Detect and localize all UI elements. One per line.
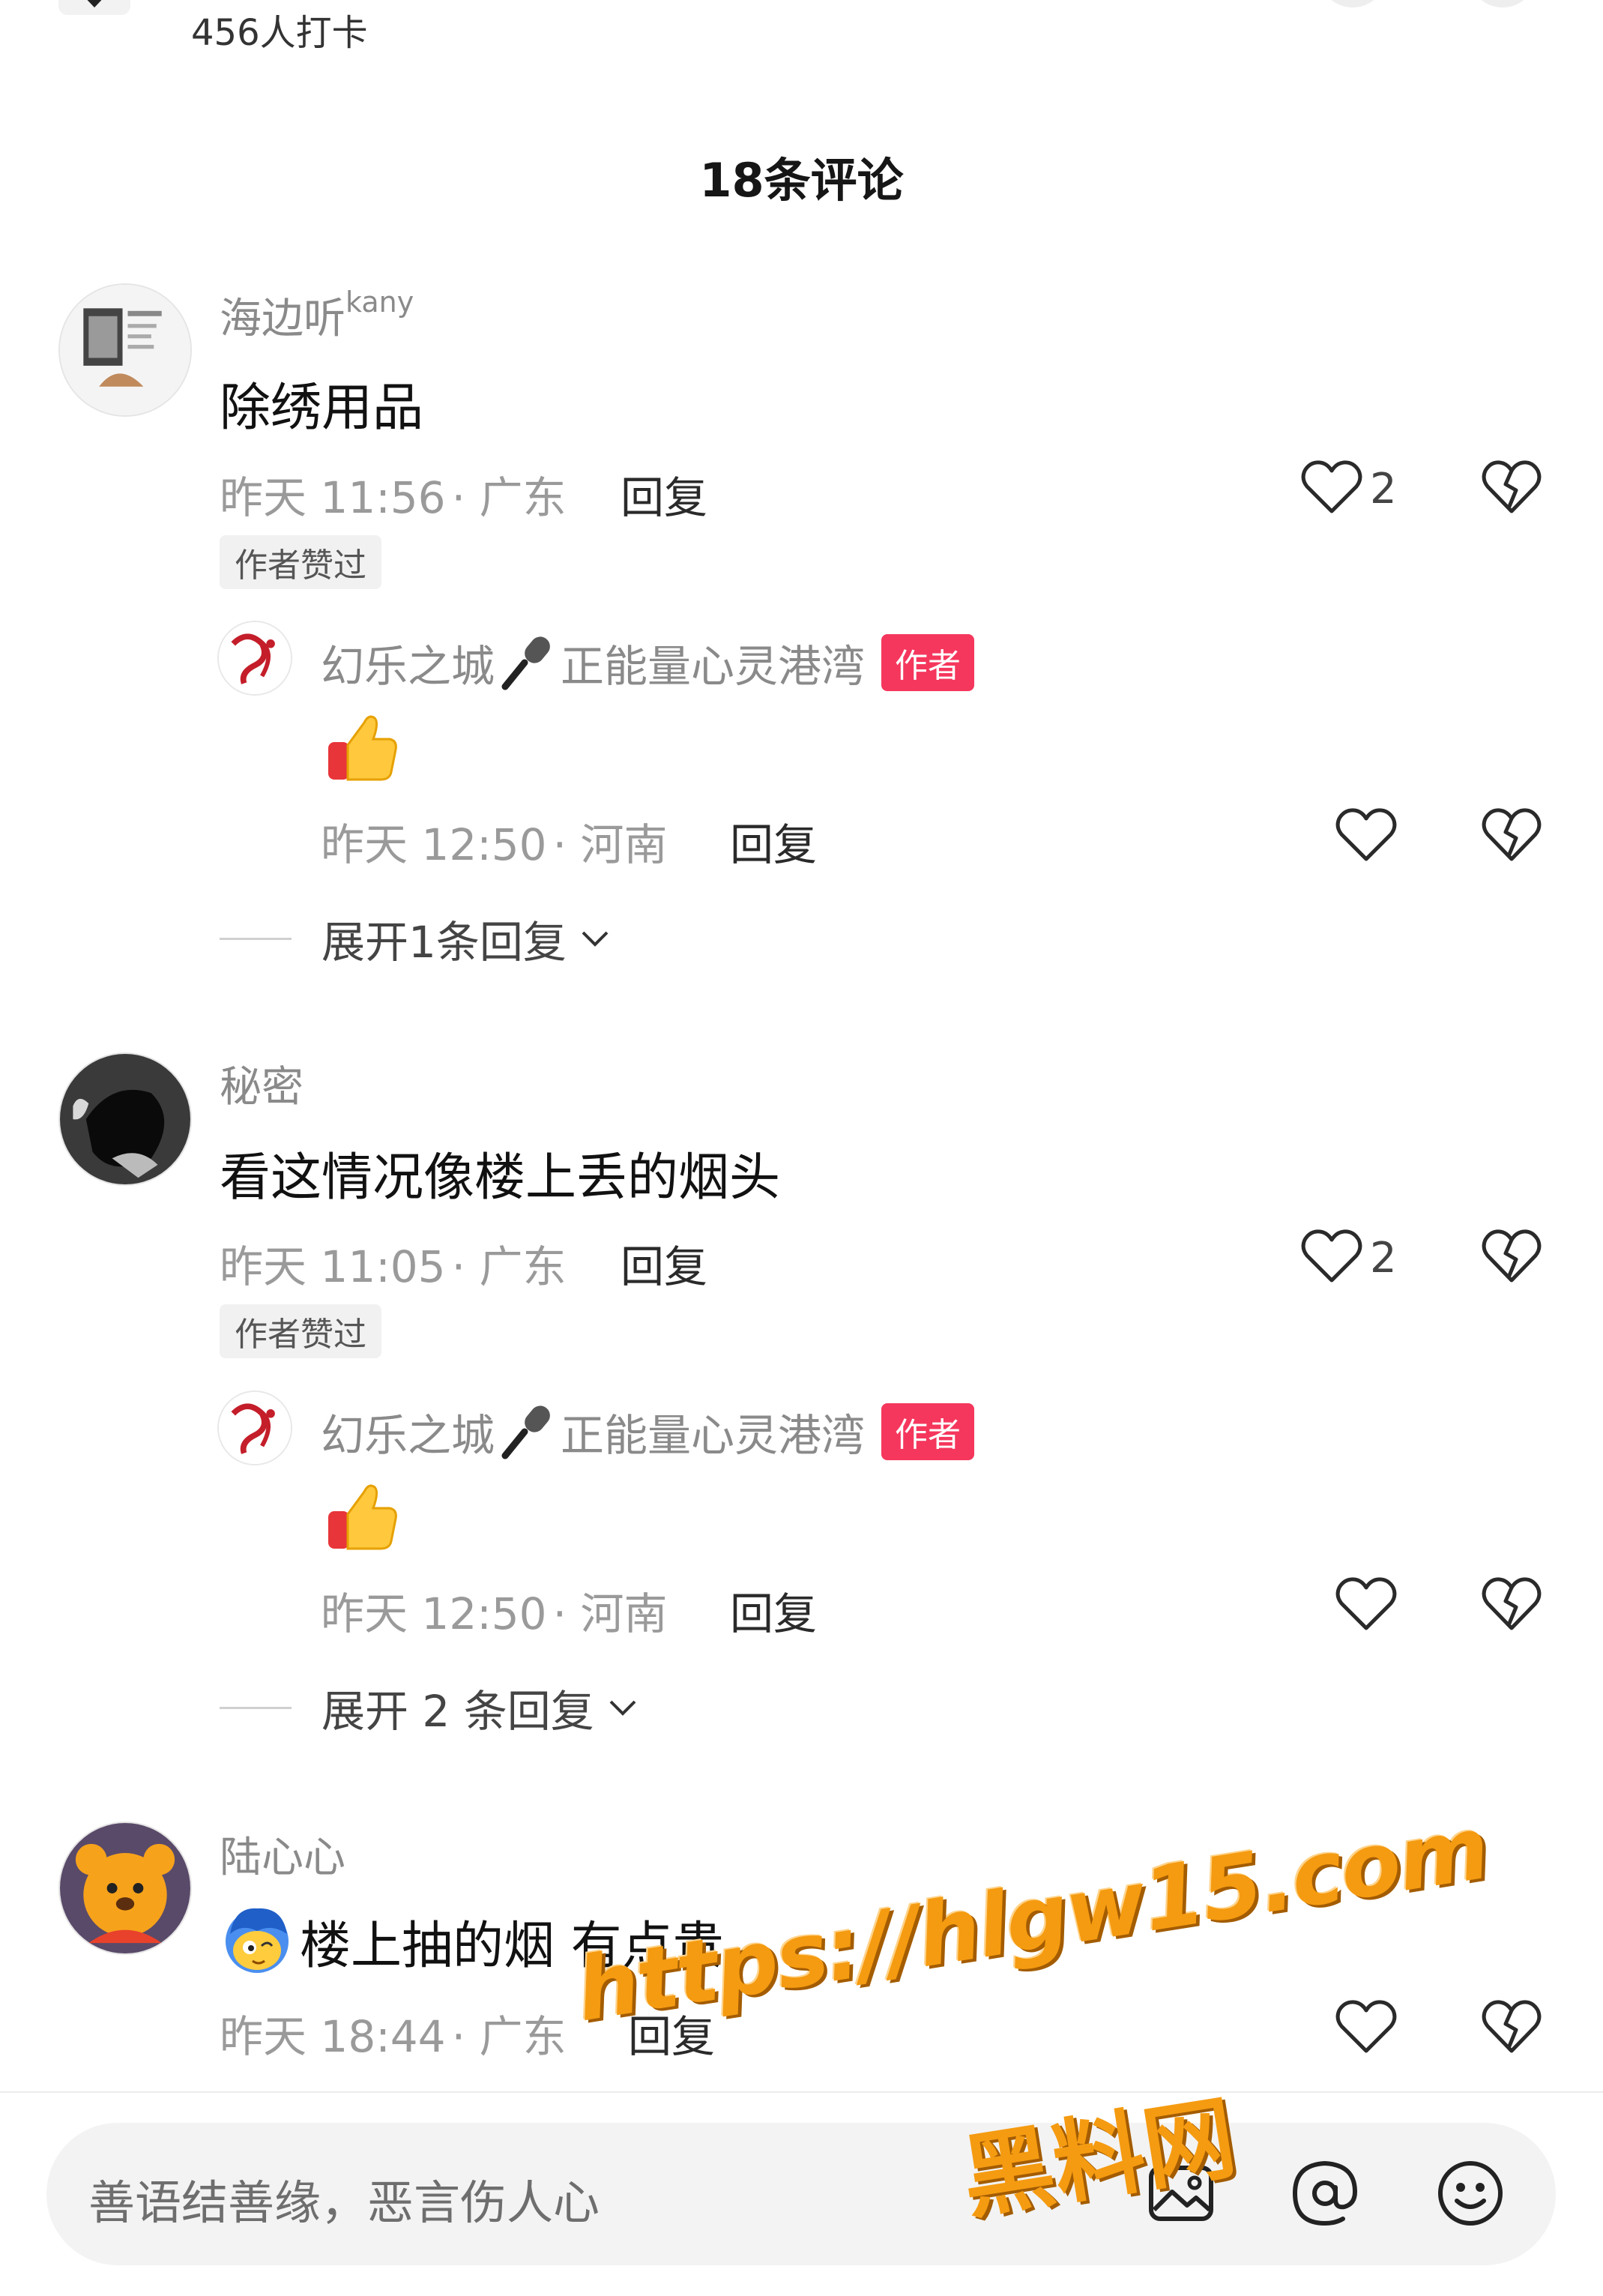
thumbs-up-emoji-icon	[328, 1484, 397, 1550]
expand-replies-button[interactable]: 展开1条回复	[220, 907, 610, 970]
reply-time: 昨天 12:50	[321, 1588, 547, 1639]
like-heart-icon[interactable]	[1301, 459, 1362, 516]
dislike-broken-heart-icon[interactable]	[1482, 1998, 1542, 2055]
reply-button[interactable]: 回复	[621, 462, 707, 525]
comment-location: · 广东	[451, 1241, 567, 1292]
avatar-image	[60, 1054, 190, 1184]
comment-location: · 广东	[451, 472, 567, 523]
avatar-image	[60, 285, 190, 415]
reply-meta: 昨天 12:50 · 河南	[321, 1579, 667, 1642]
microphone-icon	[501, 636, 550, 690]
comment-location: · 广东	[451, 2011, 567, 2062]
top-partial-avatar[interactable]	[1469, 0, 1536, 7]
like-count: 2	[1370, 1234, 1397, 1283]
emoji-smile-icon[interactable]	[1434, 2157, 1506, 2229]
reply-button[interactable]: 回复	[621, 1232, 707, 1295]
dislike-broken-heart-icon[interactable]	[1482, 459, 1542, 516]
bottom-divider	[0, 2091, 1603, 2093]
author-liked-badge: 作者赞过	[220, 535, 381, 589]
dizzy-face-emoji-icon	[226, 1908, 289, 1973]
top-partial-avatar[interactable]	[1319, 0, 1386, 7]
chevron-down-icon	[582, 931, 609, 947]
checkin-count: 456人打卡	[191, 12, 368, 54]
expand-replies-button[interactable]: 展开 2 条回复	[220, 1676, 638, 1739]
reply-avatar[interactable]	[217, 1390, 292, 1465]
comment-username[interactable]: 秘密	[220, 1053, 304, 1114]
reply-avatar[interactable]	[217, 621, 292, 696]
heart-icon	[87, 0, 102, 7]
comment-count-title: 18条评论	[699, 153, 904, 208]
divider-line	[220, 1706, 292, 1709]
like-heart-icon[interactable]	[1301, 1228, 1362, 1285]
author-tag: 作者	[881, 634, 975, 691]
like-count: 2	[1370, 465, 1397, 513]
reply-location: · 河南	[552, 1588, 668, 1639]
microphone-icon	[501, 1405, 550, 1459]
like-heart-icon[interactable]	[1335, 807, 1397, 864]
avatar[interactable]	[58, 1052, 192, 1186]
comment-meta: 昨天 11:56 · 广东	[220, 462, 566, 525]
divider-line	[220, 937, 292, 940]
comment-time: 昨天 11:05	[220, 1241, 446, 1292]
like-heart-icon[interactable]	[1335, 1576, 1397, 1633]
comment-input-placeholder: 善语结善缘，恶言伤人心	[88, 2175, 600, 2230]
avatar-image	[219, 622, 291, 694]
author-tag: 作者	[881, 1403, 975, 1460]
dislike-broken-heart-icon[interactable]	[1482, 1576, 1542, 1633]
avatar-image	[60, 1823, 190, 1953]
comment-time: 昨天 18:44	[220, 2011, 446, 2062]
reply-time: 昨天 12:50	[321, 819, 547, 870]
chevron-down-icon	[609, 1700, 636, 1716]
comment-text: 除绣用品	[220, 379, 424, 438]
reply-username[interactable]: 幻乐之城 正能量心灵港湾 作者	[321, 1400, 975, 1463]
thumbs-up-emoji-icon	[328, 715, 397, 781]
top-partial-icon[interactable]	[58, 0, 130, 15]
avatar[interactable]	[58, 1822, 192, 1955]
comment-time: 昨天 11:56	[220, 472, 446, 523]
reply-meta: 昨天 12:50 · 河南	[321, 810, 667, 873]
dislike-broken-heart-icon[interactable]	[1482, 807, 1542, 864]
reply-button[interactable]: 回复	[730, 810, 817, 873]
avatar[interactable]	[58, 283, 192, 417]
reply-location: · 河南	[552, 819, 668, 870]
reply-button[interactable]: 回复	[730, 1579, 817, 1642]
comment-username[interactable]: 海边听kany	[220, 285, 414, 346]
comment-username[interactable]: 陆心心	[220, 1824, 345, 1884]
dislike-broken-heart-icon[interactable]	[1482, 1228, 1542, 1285]
author-liked-badge: 作者赞过	[220, 1304, 381, 1358]
comment-text: 看这情况像楼上丢的烟头	[220, 1148, 781, 1208]
comment-meta: 昨天 18:44 · 广东	[220, 2001, 566, 2064]
avatar-image	[219, 1392, 291, 1464]
like-heart-icon[interactable]	[1335, 1998, 1397, 2055]
mention-at-icon[interactable]	[1289, 2157, 1361, 2229]
reply-username[interactable]: 幻乐之城 正能量心灵港湾 作者	[321, 631, 975, 694]
comment-meta: 昨天 11:05 · 广东	[220, 1232, 566, 1295]
